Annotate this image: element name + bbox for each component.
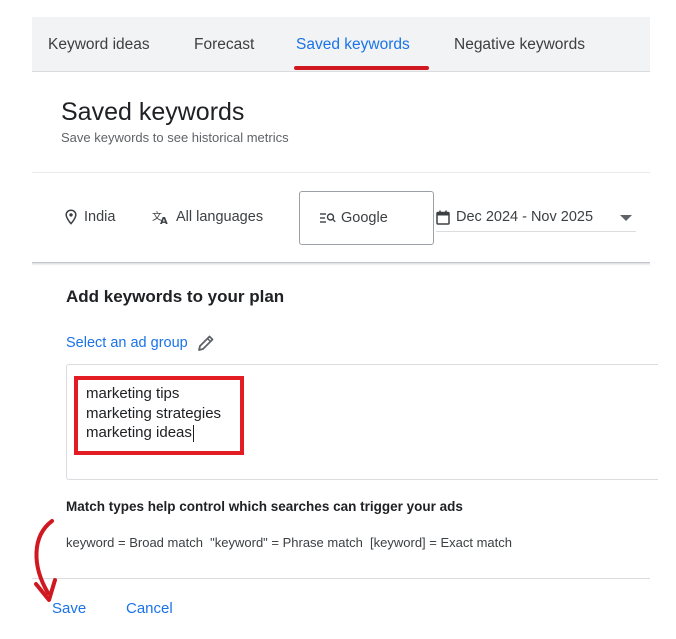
- date-range-filter[interactable]: Dec 2024 - Nov 2025: [436, 208, 636, 232]
- page-title: Saved keywords: [61, 98, 245, 126]
- location-filter[interactable]: India: [64, 209, 115, 225]
- tab-forecast[interactable]: Forecast: [194, 36, 254, 54]
- tab-saved-keywords[interactable]: Saved keywords: [296, 36, 410, 54]
- language-filter[interactable]: 文 A All languages: [152, 209, 263, 225]
- keywords-text: marketing tips marketing strategies mark…: [86, 384, 221, 443]
- tab-negative-keywords[interactable]: Negative keywords: [454, 36, 585, 54]
- calendar-icon: [436, 210, 450, 225]
- match-types-title: Match types help control which searches …: [66, 499, 463, 514]
- svg-text:A: A: [160, 216, 168, 225]
- divider: [32, 172, 650, 173]
- network-label: Google: [341, 210, 388, 226]
- language-label: All languages: [176, 209, 264, 225]
- keyword-line: marketing tips: [86, 385, 180, 402]
- section-divider: [32, 262, 650, 266]
- caret-down-icon[interactable]: [620, 215, 632, 221]
- select-ad-group-label: Select an ad group: [66, 335, 188, 351]
- text-cursor: [192, 424, 194, 442]
- tab-bar: Keyword ideas Forecast Saved keywords Ne…: [32, 17, 650, 72]
- page-subtitle: Save keywords to see historical metrics: [61, 130, 289, 145]
- tab-keyword-ideas[interactable]: Keyword ideas: [48, 36, 150, 54]
- location-label: India: [84, 209, 116, 225]
- search-network-icon: [320, 213, 336, 223]
- add-keywords-title: Add keywords to your plan: [66, 287, 285, 306]
- match-types-description: keyword = Broad match "keyword" = Phrase…: [66, 535, 512, 550]
- select-ad-group-link[interactable]: Select an ad group: [66, 333, 216, 353]
- network-filter[interactable]: Google: [299, 191, 434, 245]
- footer-divider: [32, 578, 650, 579]
- keyword-line: marketing ideas: [86, 424, 192, 441]
- location-pin-icon: [65, 209, 77, 225]
- pencil-icon[interactable]: [196, 333, 216, 353]
- keyword-line: marketing strategies: [86, 404, 222, 422]
- annotation-arrow-icon: [34, 519, 57, 602]
- date-range-label: Dec 2024 - Nov 2025: [456, 209, 594, 225]
- save-button[interactable]: Save: [52, 600, 86, 617]
- cancel-button[interactable]: Cancel: [126, 600, 173, 617]
- active-tab-indicator: [294, 66, 429, 70]
- translate-icon: 文 A: [152, 210, 168, 225]
